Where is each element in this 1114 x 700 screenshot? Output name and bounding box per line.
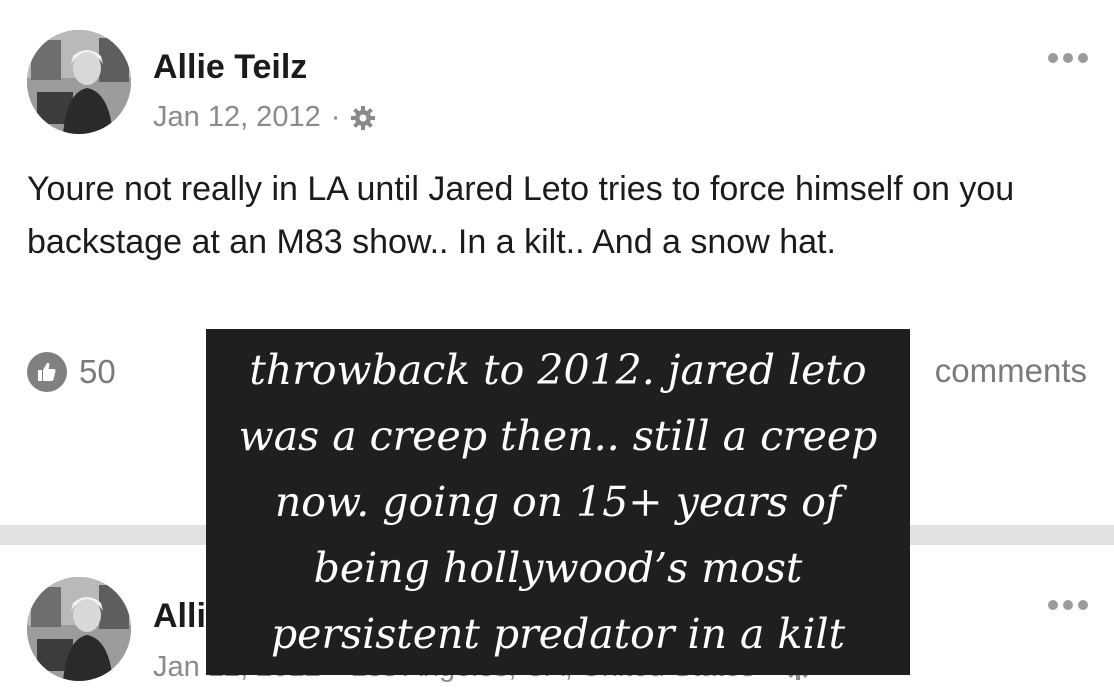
caption-text: throwback to 2012. jared leto was a cree… — [238, 346, 878, 658]
profile-photo — [27, 30, 131, 134]
like-icon — [27, 352, 67, 392]
author-name[interactable]: Allie Teilz — [153, 48, 307, 87]
post-text: Youre not really in LA until Jared Leto … — [27, 170, 1015, 261]
dot — [1048, 600, 1058, 610]
dot — [1063, 53, 1073, 63]
post-date[interactable]: Jan 12, 2012 — [153, 101, 321, 134]
dot — [1063, 600, 1073, 610]
gear-icon[interactable] — [350, 105, 376, 131]
profile-photo — [27, 577, 131, 681]
dot — [1048, 53, 1058, 63]
avatar[interactable] — [27, 30, 131, 134]
post-meta: Jan 12, 2012 · — [153, 101, 376, 134]
reactions-summary[interactable]: 50 — [27, 352, 116, 392]
dot — [1078, 600, 1088, 610]
more-options-icon[interactable] — [1048, 53, 1088, 63]
dot — [1078, 53, 1088, 63]
more-options-icon[interactable] — [1048, 600, 1088, 610]
caption-overlay: throwback to 2012. jared leto was a cree… — [206, 329, 910, 675]
meta-separator: · — [330, 101, 341, 133]
reaction-count: 50 — [79, 353, 116, 390]
comments-link[interactable]: comments — [935, 352, 1087, 390]
avatar[interactable] — [27, 577, 131, 681]
